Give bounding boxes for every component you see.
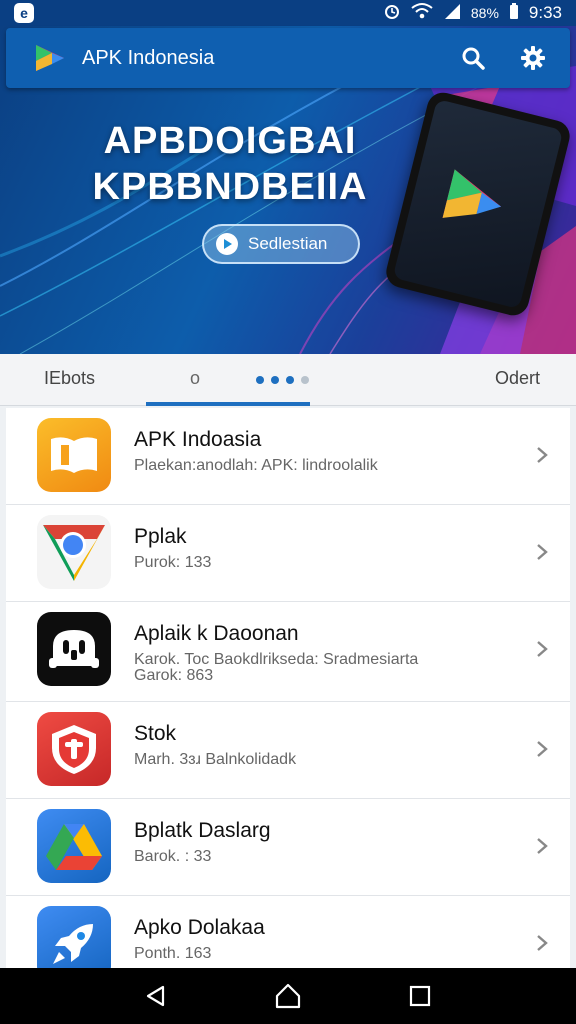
chevron-right-icon [537, 447, 548, 463]
hero-cta-label: Sedlestian [248, 234, 328, 253]
app-subtitle: Karok. Toc Baokdlrikseda: Sradmesiarta [134, 651, 419, 668]
alarm-icon [383, 2, 401, 25]
app-bar: APK Indonesia [6, 28, 570, 88]
chevron-right-icon [537, 641, 548, 657]
app-logo-icon [36, 45, 64, 71]
list-item[interactable]: APK Indoasia Plaekan:anodlah: APK: lindr… [6, 408, 570, 505]
shield-icon [37, 712, 111, 786]
tab-middle[interactable]: o [190, 368, 200, 389]
hero-title-line1: APBDOIGBAI [103, 120, 357, 162]
tab-right[interactable]: Odert [495, 368, 540, 389]
signal-icon [443, 2, 461, 25]
search-button[interactable] [452, 37, 494, 79]
tab-indicator [146, 402, 310, 406]
back-triangle-icon [146, 985, 165, 1007]
play-icon [216, 233, 238, 255]
app-subtitle: Ponth. 163 [134, 945, 212, 962]
battery-icon [509, 2, 519, 25]
wifi-icon [411, 2, 433, 25]
page-dot [286, 376, 294, 384]
app-title: Pplak [134, 525, 187, 548]
app-subtitle: Plaekan:anodlah: APK: lindroolalik [134, 457, 378, 474]
tab-strip: IEbots o Odert [0, 354, 576, 406]
hero-cta-button[interactable]: Sedlestian [202, 224, 360, 264]
search-icon [462, 47, 485, 70]
rocket-icon [37, 906, 111, 968]
app-list: APK Indoasia Plaekan:anodlah: APK: lindr… [6, 408, 570, 968]
list-item[interactable]: Bplatk Daslarg Barok. : 33 [6, 799, 570, 896]
book-icon [37, 418, 111, 492]
navigation-bar [0, 968, 576, 1024]
recents-square-icon [409, 985, 431, 1007]
list-item[interactable]: Pplak Purok: 133 [6, 505, 570, 602]
chevron-right-icon [537, 544, 548, 560]
app-subtitle: Purok: 133 [134, 554, 212, 571]
app-subtitle: Barok. : 33 [134, 848, 212, 865]
app-title: Apko Dolakaa [134, 916, 265, 939]
back-button[interactable] [136, 976, 176, 1016]
app-title: Aplaik k Daoonan [134, 622, 299, 645]
app-logo-illustration-icon [442, 169, 502, 218]
battery-percent: 88% [470, 5, 499, 21]
hero-title-line2: KPBBNDBEIIA [92, 166, 368, 208]
page-dot [256, 376, 264, 384]
settings-button[interactable] [512, 37, 554, 79]
list-item[interactable]: Stok Marh. 3ɜɹ Balnkolidadk [6, 702, 570, 799]
page-indicator-dots [256, 376, 309, 384]
notification-app-icon: e [14, 3, 34, 23]
apk-robot-icon [37, 612, 111, 686]
chevron-right-icon [537, 935, 548, 951]
screen: APBDOIGBAI KPBBNDBEIIA Sedlestian e 88% … [0, 0, 576, 1024]
chevron-right-icon [537, 838, 548, 854]
list-item[interactable]: Aplaik k Daoonan Karok. Toc Baokdlriksed… [6, 602, 570, 702]
list-item[interactable]: Apko Dolakaa Ponth. 163 [6, 896, 570, 968]
chrome-icon [37, 515, 111, 589]
app-title: Stok [134, 722, 177, 745]
app-title: APK Indoasia [134, 428, 262, 451]
app-subtitle: Marh. 3ɜɹ Balnkolidadk [134, 751, 297, 768]
home-button[interactable] [268, 976, 308, 1016]
drive-icon [37, 809, 111, 883]
page-dot [271, 376, 279, 384]
home-icon [275, 983, 301, 1009]
app-title: APK Indonesia [82, 46, 215, 69]
tab-left[interactable]: IEbots [44, 368, 95, 389]
page-dot [301, 376, 309, 384]
status-bar: e 88% 9:33 [0, 0, 576, 26]
app-subtitle-secondary: Garok: 863 [134, 667, 214, 684]
chevron-right-icon [537, 741, 548, 757]
recents-button[interactable] [400, 976, 440, 1016]
gear-icon [521, 46, 545, 70]
clock: 9:33 [528, 3, 562, 22]
app-title: Bplatk Daslarg [134, 819, 271, 842]
